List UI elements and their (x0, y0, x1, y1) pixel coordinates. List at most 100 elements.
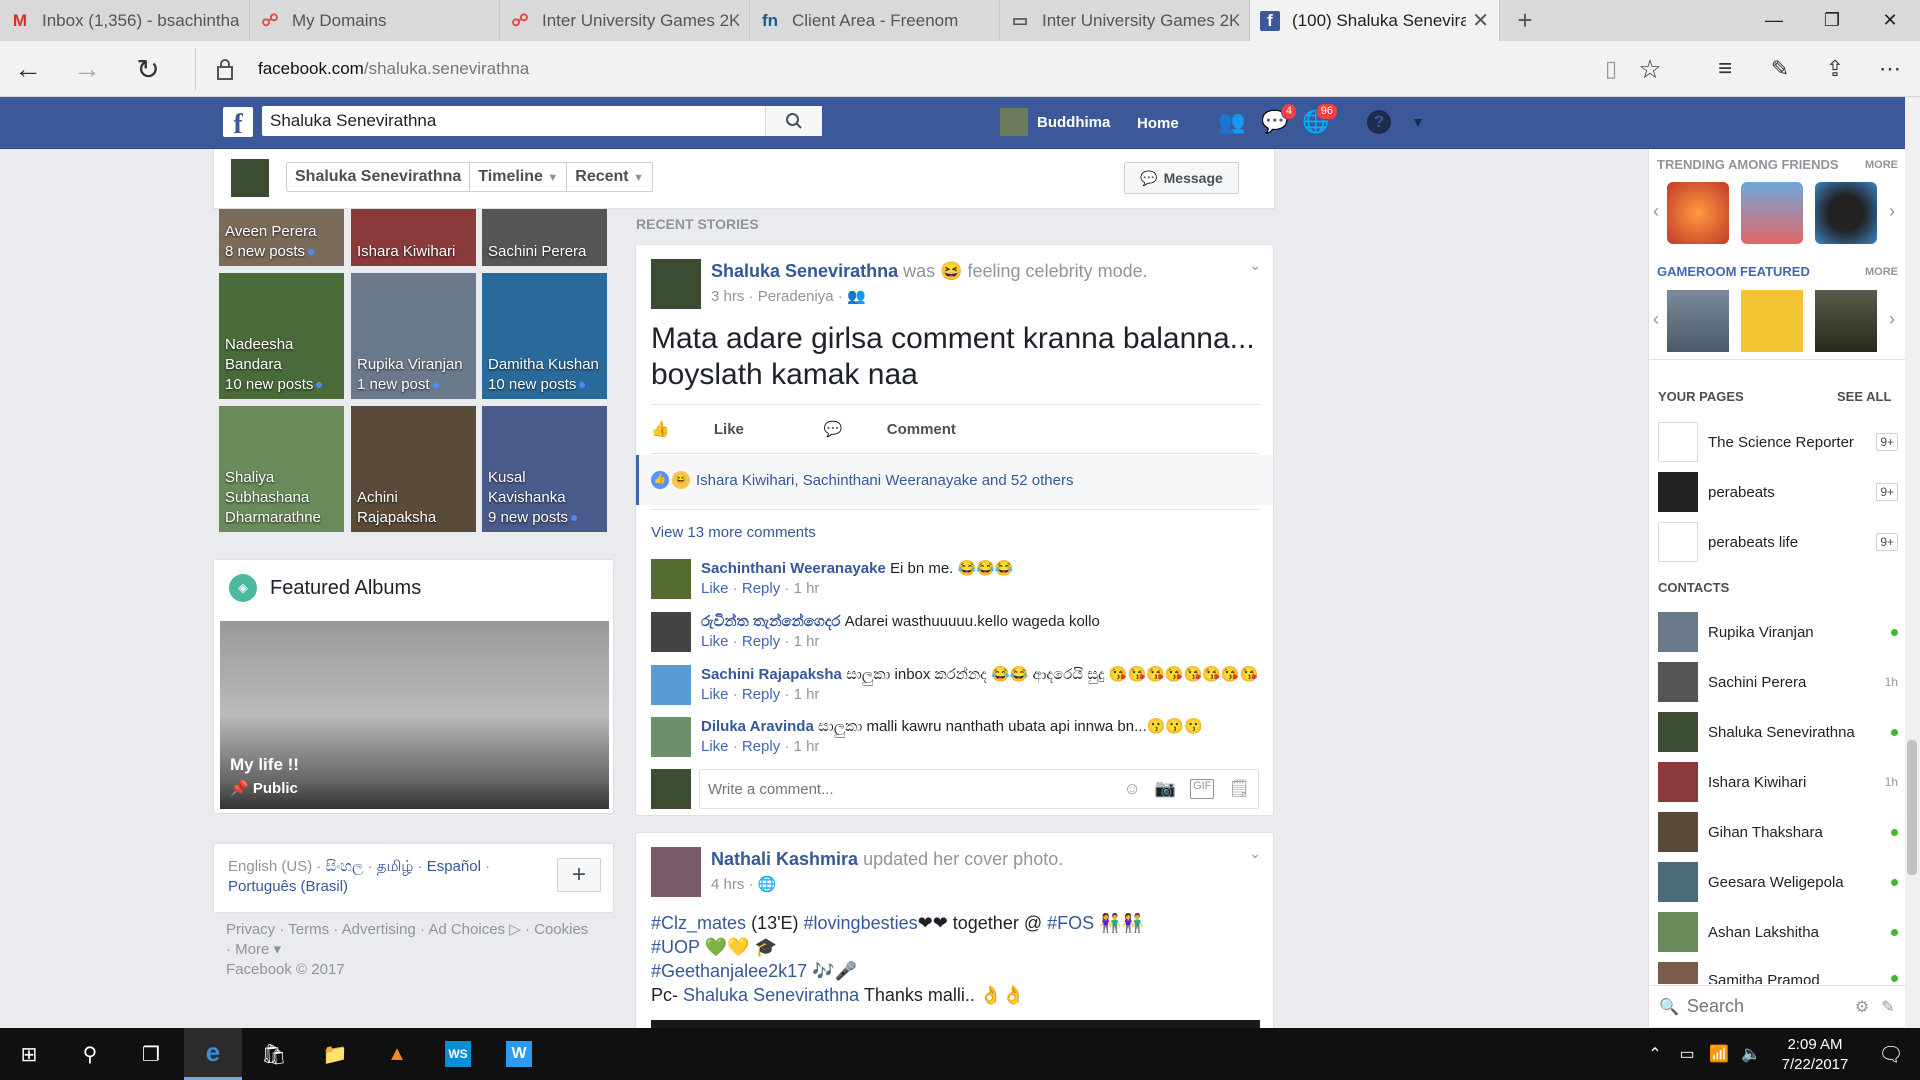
reactions-summary[interactable]: 👍 😆 Ishara Kiwihari, Sachinthani Weeranay… (636, 455, 1273, 505)
edge-browser-icon[interactable]: e (184, 1028, 242, 1080)
share-icon[interactable]: ⇪ (1815, 49, 1855, 89)
comment-time[interactable]: 1 hr (794, 686, 820, 703)
recent-dropdown[interactable]: Recent ▼ (567, 163, 652, 191)
browser-tab-active[interactable]: f(100) Shaluka Senevirathna✕ (1250, 0, 1500, 41)
game-tile[interactable] (1667, 182, 1729, 244)
vlc-icon[interactable]: ▲ (368, 1028, 426, 1080)
friend-tile[interactable]: Damitha Kushan 10 new posts (482, 273, 607, 399)
page-item[interactable]: The Science Reporter 9+ (1658, 422, 1898, 462)
gameroom-more-link[interactable]: MORE (1865, 266, 1898, 278)
hub-icon[interactable]: ≡ (1705, 49, 1745, 89)
profile-link[interactable]: Buddhima (1000, 108, 1110, 136)
tagged-person-link[interactable]: Shaluka Senevirathna (683, 985, 859, 1005)
account-menu-icon[interactable]: ▼ (1404, 109, 1432, 135)
friend-tile[interactable]: Achini Rajapaksha (351, 406, 476, 532)
url-bar[interactable]: facebook.com/shaluka.senevirathna (195, 48, 1555, 90)
avatar[interactable] (651, 847, 701, 897)
comment-author[interactable]: රුවින්ත තැන්නේගෙදර (701, 613, 840, 630)
system-clock[interactable]: 2:09 AM 7/22/2017 (1770, 1035, 1860, 1075)
notifications-icon[interactable]: 🌐 96 (1302, 103, 1338, 135)
footer-link[interactable]: Advertising (342, 921, 416, 938)
contact-item[interactable]: Rupika Viranjan (1658, 612, 1898, 652)
post-author[interactable]: Shaluka Senevirathna (711, 261, 898, 281)
notification-center-icon[interactable]: 🗨 (1862, 1028, 1920, 1080)
chevron-down-icon[interactable]: ⌄ (1249, 845, 1261, 862)
facebook-logo-icon[interactable]: f (223, 107, 253, 137)
hashtag-link[interactable]: #UOP (651, 937, 700, 957)
message-button[interactable]: 💬 Message (1124, 162, 1239, 194)
back-button[interactable]: ← (8, 49, 48, 89)
chat-search-input[interactable] (1686, 996, 1837, 1017)
comment-button[interactable]: 💬 Comment (824, 420, 996, 438)
friend-tile[interactable]: Aveen Perera 8 new posts (219, 209, 344, 266)
minimize-button[interactable]: — (1745, 0, 1803, 41)
comment-like-link[interactable]: Like (701, 580, 729, 597)
new-tab-button[interactable]: + (1500, 0, 1550, 41)
comment-reply-link[interactable]: Reply (742, 633, 780, 650)
hashtag-link[interactable]: #lovingbesties (804, 913, 918, 933)
game-tile[interactable] (1815, 290, 1877, 352)
comment-author[interactable]: Sachini Rajapaksha (701, 666, 842, 683)
comment-time[interactable]: 1 hr (794, 580, 820, 597)
language-link[interactable]: Español (427, 858, 481, 875)
comment-time[interactable]: 1 hr (794, 633, 820, 650)
hashtag-link[interactable]: #Geethanjalee2k17 (651, 961, 807, 981)
more-icon[interactable]: ⋯ (1870, 49, 1910, 89)
friend-requests-icon[interactable]: 👥 (1218, 109, 1246, 135)
post-author[interactable]: Nathali Kashmira (711, 849, 858, 869)
contact-item[interactable]: Gihan Thakshara (1658, 812, 1898, 852)
browser-tab[interactable]: ☍ Inter University Games 2K17 (500, 0, 750, 41)
home-link[interactable]: Home (1137, 115, 1179, 132)
avatar[interactable] (651, 259, 701, 309)
web-note-icon[interactable]: ✎ (1760, 49, 1800, 89)
trending-more-link[interactable]: MORE (1865, 159, 1898, 171)
footer-link[interactable]: Ad Choices (428, 921, 505, 938)
sticker-icon[interactable]: 🗒 (1228, 779, 1250, 799)
avatar[interactable] (651, 559, 691, 599)
contact-item[interactable]: Geesara Weligepola (1658, 862, 1898, 902)
friend-tile[interactable]: Kusal Kavishanka 9 new posts (482, 406, 607, 532)
timeline-dropdown[interactable]: Timeline ▼ (470, 163, 568, 191)
help-icon[interactable]: ? (1365, 109, 1393, 135)
search-icon[interactable]: ⚲ (61, 1028, 119, 1080)
scrollbar-thumb[interactable] (1907, 740, 1917, 875)
language-link[interactable]: සිංහල (326, 858, 364, 875)
footer-link[interactable]: Privacy (226, 921, 275, 938)
compose-icon[interactable]: ✎ (1881, 997, 1894, 1017)
footer-more-link[interactable]: More (235, 941, 269, 958)
camera-icon[interactable]: 📷 (1155, 779, 1176, 799)
file-explorer-icon[interactable]: 📁 (306, 1028, 364, 1080)
comment-like-link[interactable]: Like (701, 738, 729, 755)
see-all-link[interactable]: SEE ALL (1837, 389, 1891, 404)
game-tile[interactable] (1741, 182, 1803, 244)
gif-icon[interactable]: GIF (1190, 779, 1215, 799)
language-link[interactable]: தமிழ் (377, 858, 414, 875)
footer-link[interactable]: Terms (288, 921, 329, 938)
contact-item[interactable]: Ashan Lakshitha (1658, 912, 1898, 952)
page-item[interactable]: perabeats 9+ (1658, 472, 1898, 512)
post-time[interactable]: 4 hrs (711, 876, 744, 893)
contact-item[interactable]: Samitha Pramod (1658, 962, 1898, 984)
close-tab-icon[interactable]: ✕ (1472, 8, 1489, 33)
post-time[interactable]: 3 hrs (711, 288, 744, 305)
messages-icon[interactable]: 💬 4 (1261, 103, 1297, 135)
chevron-right-icon[interactable]: › (1889, 201, 1895, 222)
game-tile[interactable] (1667, 290, 1729, 352)
page-item[interactable]: perabeats life 9+ (1658, 522, 1898, 562)
browser-tab[interactable]: ☍ My Domains (250, 0, 500, 41)
contact-item[interactable]: Ishara Kiwihari 1h (1658, 762, 1898, 802)
volume-icon[interactable]: 🔈 (1736, 1028, 1766, 1080)
favorite-star-icon[interactable]: ☆ (1630, 49, 1670, 89)
page-scrollbar[interactable] (1905, 97, 1920, 1028)
fb-search-input[interactable] (262, 106, 822, 136)
store-icon[interactable]: 🛍 (245, 1028, 303, 1080)
chevron-right-icon[interactable]: › (1889, 309, 1895, 330)
friend-tile[interactable]: Nadeesha Bandara 10 new posts (219, 273, 344, 399)
reading-view-icon[interactable]: ▯ (1591, 49, 1631, 89)
maximize-button[interactable]: ❐ (1803, 0, 1861, 41)
footer-link[interactable]: Cookies (534, 921, 588, 938)
refresh-button[interactable]: ↻ (128, 49, 168, 89)
comment-time[interactable]: 1 hr (794, 738, 820, 755)
game-tile[interactable] (1741, 290, 1803, 352)
friend-tile[interactable]: Shaliya Subhashana Dharmarathne (219, 406, 344, 532)
